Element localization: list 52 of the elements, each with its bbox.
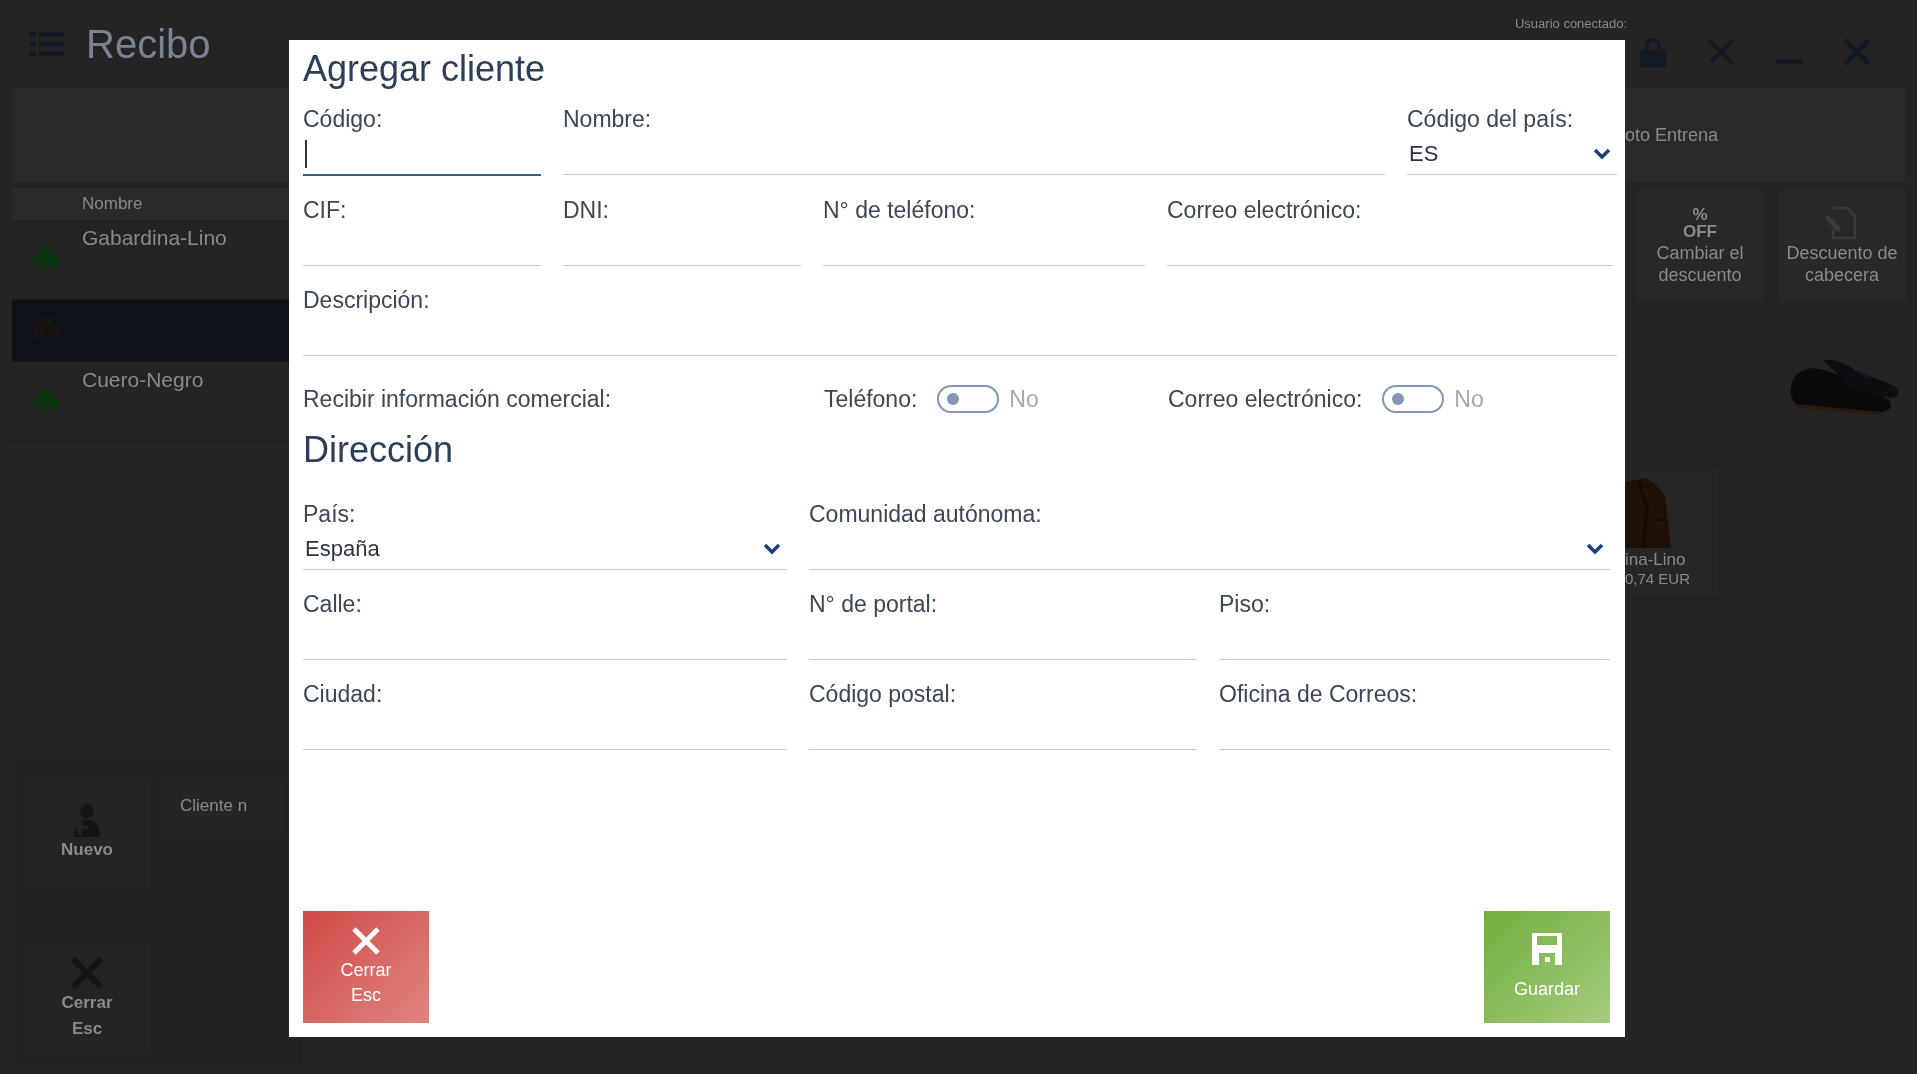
list-row[interactable] (12, 300, 289, 362)
chevron-down-icon (1586, 543, 1604, 555)
app-title: Recibo (86, 21, 211, 67)
percent-off-icon: % OFF (1683, 206, 1717, 240)
field-label: Código postal: (809, 680, 958, 709)
product-name: ina-Lino (1625, 550, 1686, 570)
field-label: Ciudad: (303, 680, 384, 709)
clover-icon (32, 388, 60, 418)
section-title: Dirección (303, 428, 455, 472)
field-label: Recibir información comercial: (303, 385, 613, 413)
field-label: Calle: (303, 590, 363, 619)
column-title: Nombre (82, 194, 143, 214)
field-label: Comunidad autónoma: (809, 500, 1043, 529)
field-label: Correo electrónico: (1167, 196, 1363, 225)
field-label: DNI: (563, 196, 610, 225)
field-label: Código del país: (1407, 105, 1575, 134)
chevron-down-icon (763, 543, 781, 555)
item-name: Gabardina-Lino (82, 226, 227, 250)
toggle-switch[interactable] (1382, 385, 1445, 413)
toggle-label: Correo electrónico: (1168, 385, 1363, 414)
toggle-switch[interactable] (937, 385, 1000, 413)
shortcut-label: Esc (71, 1018, 103, 1040)
dialog-title: Agregar cliente (303, 47, 547, 91)
field-label: N° de portal: (809, 590, 939, 619)
user-label: Usuario conectado: (1515, 16, 1627, 31)
search-text[interactable]: oto Entrena (1625, 124, 1719, 146)
toggle-state: No (1009, 385, 1039, 413)
field-label: País: (303, 500, 357, 529)
close-button[interactable]: Cerrar Esc (303, 911, 429, 1023)
product-price: 0,74 EUR (1625, 570, 1691, 587)
tile-label: Cambiar el descuento (1655, 242, 1745, 286)
action-label: Nuevo (61, 839, 113, 861)
field-label: Código: (303, 105, 384, 134)
customer-text: Cliente n (180, 796, 248, 816)
tile-label: Descuento de cabecera (1785, 242, 1899, 286)
item-name: Cuero-Negro (82, 368, 204, 392)
function-tile[interactable]: Descuento de cabecera (1778, 190, 1906, 302)
field-label: Oficina de Correos: (1219, 680, 1419, 709)
close-icon (351, 926, 381, 956)
clover-icon (32, 246, 60, 276)
field-label: Descripción: (303, 286, 431, 315)
field-label: N° de teléfono: (823, 196, 977, 225)
toggle-state: No (1454, 385, 1484, 413)
action-label: Cerrar (61, 992, 113, 1014)
field-label: CIF: (303, 196, 348, 225)
chevron-down-icon (1593, 148, 1611, 160)
select-field[interactable]: ES (1407, 134, 1617, 175)
field-label: Nombre: (563, 105, 653, 134)
toggle-label: Teléfono: (824, 385, 918, 414)
select-field[interactable]: España (303, 529, 787, 570)
function-tile[interactable]: % OFF Cambiar el descuento (1636, 190, 1764, 302)
field-label: Piso: (1219, 590, 1272, 619)
